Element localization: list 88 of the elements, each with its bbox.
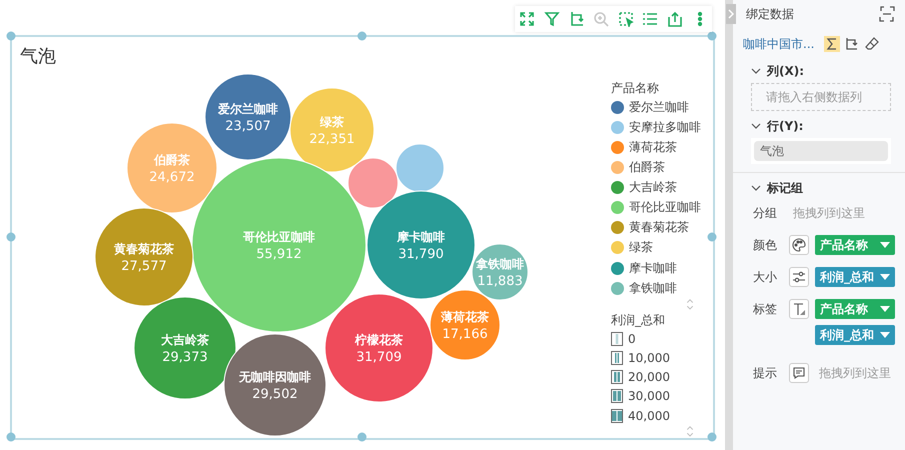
bubble-label: 大吉岭茶 [161, 333, 209, 347]
bubble-value: 31,790 [398, 247, 444, 262]
switch-icon[interactable] [879, 6, 895, 22]
chevron-icon[interactable] [751, 122, 761, 130]
bubble-label: 无咖啡因咖啡 [239, 370, 311, 384]
bubble-value: 55,912 [256, 247, 302, 262]
legend-label[interactable]: 黄春菊花茶 [629, 219, 689, 236]
section-label: 标记组 [767, 180, 803, 196]
legend-label[interactable]: 安摩拉多咖啡 [629, 118, 701, 136]
legend-label[interactable]: 伯爵茶 [629, 158, 665, 176]
bubble-value: 27,577 [121, 259, 167, 274]
slot-label: 颜色 [753, 237, 778, 254]
speech-bubble-icon[interactable] [789, 363, 809, 383]
expand-icon[interactable] [518, 10, 536, 28]
legend-label[interactable]: 爱尔兰咖啡 [629, 98, 689, 116]
size-slider-icon[interactable] [789, 267, 809, 287]
bubble-value: 31,709 [356, 350, 402, 365]
size-swatch-icon [611, 370, 623, 384]
bubble-label: 柠檬花茶 [355, 333, 403, 347]
list-icon[interactable] [641, 10, 660, 28]
slot-label: 标签 [753, 301, 778, 318]
section-label: 列(X): [767, 62, 804, 80]
bubble-label: 爱尔兰咖啡 [218, 102, 278, 116]
legend-title: 利润_总和 [611, 312, 666, 330]
legend-label[interactable]: 30,000 [628, 389, 670, 404]
select-icon[interactable] [616, 10, 635, 28]
resize-handle[interactable] [6, 232, 16, 241]
bubble-label: 伯爵茶 [154, 153, 190, 167]
chart-title: 气泡 [20, 45, 56, 68]
legend-label[interactable]: 0 [628, 332, 636, 346]
bubble-label: 绿茶 [320, 115, 344, 129]
export-icon[interactable] [666, 10, 684, 28]
size-swatch-icon [611, 350, 623, 365]
resize-handle[interactable] [357, 432, 366, 442]
resize-handle[interactable] [6, 432, 16, 442]
legend-label[interactable]: 大吉岭茶 [629, 179, 677, 196]
resize-handle[interactable] [357, 32, 366, 40]
legend-label[interactable]: 摩卡咖啡 [629, 260, 677, 277]
resize-handle[interactable] [708, 432, 716, 442]
legend-label[interactable]: 10,000 [628, 350, 670, 365]
field-chip[interactable]: 气泡 [754, 141, 888, 161]
legend-label[interactable]: 20,000 [628, 370, 670, 384]
legend-label[interactable]: 40,000 [628, 408, 670, 423]
panel-title: 绑定数据 [745, 6, 794, 22]
slot-label: 分组 [753, 205, 778, 222]
size-swatch-icon [611, 408, 623, 423]
bubble-value: 17,166 [442, 327, 488, 342]
legend-label[interactable]: 拿铁咖啡 [629, 280, 677, 297]
legend-label[interactable]: 薄荷花茶 [629, 138, 677, 156]
filter-icon[interactable] [542, 10, 561, 28]
swap-icon[interactable] [844, 36, 860, 52]
text-label-icon[interactable] [789, 299, 809, 319]
sum-icon[interactable] [824, 36, 840, 52]
bubble-value: 24,672 [149, 170, 195, 185]
bubble-label: 薄荷花茶 [441, 310, 489, 324]
bubble-label: 哥伦比亚咖啡 [243, 230, 315, 244]
slot-label: 大小 [753, 269, 778, 286]
bubble-value: 23,507 [225, 119, 271, 134]
size-swatch-icon [611, 389, 623, 404]
dropdown-caret-icon[interactable] [880, 242, 890, 248]
resize-handle[interactable] [708, 32, 716, 40]
chevron-icon[interactable] [751, 184, 761, 192]
section-label: 行(Y): [767, 118, 804, 134]
bubble-label: 摩卡咖啡 [397, 230, 445, 244]
bubble-label: 黄春菊花茶 [114, 242, 174, 256]
collapse-button[interactable] [726, 4, 736, 24]
bubble-value: 22,351 [309, 132, 355, 147]
eraser-icon[interactable] [864, 36, 880, 52]
chevron-icon [728, 9, 734, 19]
legend-label[interactable]: 绿茶 [629, 239, 653, 256]
dropdown-caret-icon[interactable] [880, 332, 890, 338]
dropdown-caret-icon[interactable] [880, 274, 890, 280]
scroll-chevron-icon[interactable] [685, 425, 695, 438]
resize-handle[interactable] [6, 32, 16, 40]
palette-icon[interactable] [789, 235, 809, 255]
size-swatch-icon [611, 332, 623, 346]
slot-label: 提示 [753, 365, 778, 382]
legend-label[interactable]: 哥伦比亚咖啡 [629, 199, 701, 216]
scroll-chevron-icon[interactable] [685, 298, 695, 312]
dropdown-caret-icon[interactable] [880, 306, 890, 312]
bubble-value: 29,502 [252, 387, 298, 402]
bubble-value: 11,883 [477, 274, 523, 289]
bubble-label: 拿铁咖啡 [476, 257, 524, 271]
bubble-value: 29,373 [162, 350, 208, 365]
resize-handle[interactable] [708, 232, 716, 241]
dataset-name[interactable]: 咖啡中国市... [743, 36, 814, 52]
chevron-icon[interactable] [751, 67, 761, 75]
legend-title: 产品名称 [611, 80, 660, 97]
